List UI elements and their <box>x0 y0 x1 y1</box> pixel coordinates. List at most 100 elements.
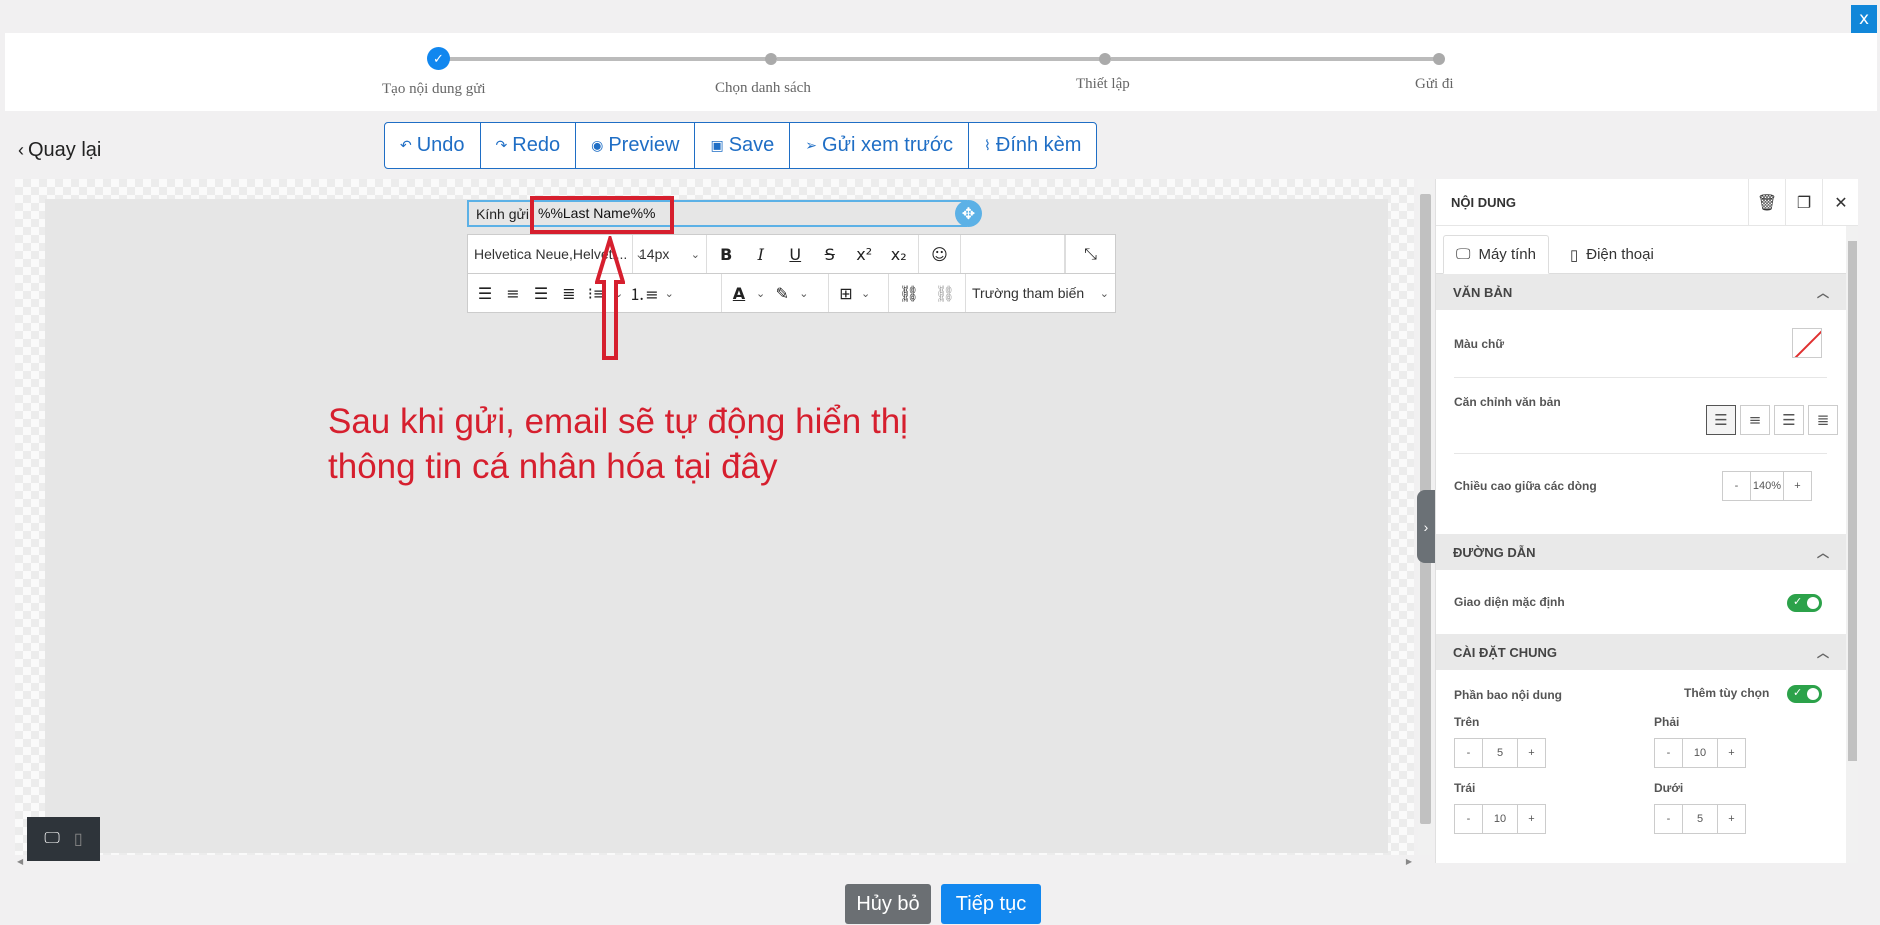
text-color-icon[interactable]: A <box>728 284 750 303</box>
divider <box>1454 453 1827 454</box>
line-height-plus[interactable]: + <box>1784 472 1811 500</box>
bold-icon[interactable]: B <box>715 245 737 264</box>
padding-top-minus[interactable]: - <box>1455 739 1482 767</box>
scroll-left-icon[interactable]: ◀ <box>17 857 23 869</box>
send-preview-label: Gửi xem trước <box>822 134 954 156</box>
padding-left-plus[interactable]: + <box>1518 805 1545 833</box>
chevron-right-icon: › <box>1423 518 1429 535</box>
padding-top-stepper: - 5 + <box>1454 738 1546 768</box>
tab-mobile-label: Điện thoại <box>1586 246 1654 263</box>
back-button[interactable]: ‹ Quay lại <box>18 139 101 162</box>
section-text-header[interactable]: VĂN BẢN ︿ <box>1436 274 1846 310</box>
align-right-icon[interactable]: ☰ <box>1774 405 1804 435</box>
subscript-icon[interactable]: x₂ <box>888 245 910 264</box>
tab-mobile[interactable]: ▯ Điện thoại <box>1558 235 1666 274</box>
paper-plane-icon: ➢ <box>805 137 818 153</box>
padding-right-minus[interactable]: - <box>1655 739 1682 767</box>
mobile-icon[interactable]: ▯ <box>74 829 83 849</box>
attach-button[interactable]: ⌇ Đính kèm <box>969 123 1096 168</box>
underline-icon[interactable]: U <box>784 245 806 264</box>
section-link-header[interactable]: ĐƯỜNG DẪN ︿ <box>1436 534 1846 570</box>
highlight-color-icon[interactable]: ✎ <box>771 284 793 303</box>
padding-bottom-plus[interactable]: + <box>1718 805 1745 833</box>
tab-desktop[interactable]: 🖵 Máy tính <box>1443 235 1549 274</box>
collapse-icon[interactable]: ⤡ <box>1080 244 1102 264</box>
step-4-dot[interactable] <box>1433 53 1445 65</box>
align-left-icon[interactable]: ☰ <box>474 284 496 303</box>
text-color-swatch[interactable] <box>1792 328 1822 358</box>
merge-tag-text[interactable]: %%Last Name%% <box>538 205 656 221</box>
paperclip-icon: ⌇ <box>984 137 991 153</box>
eye-icon: ◉ <box>591 137 604 153</box>
panel-scrollbar-thumb[interactable] <box>1848 241 1857 761</box>
section-text-title: VĂN BẢN <box>1453 284 1513 300</box>
step-1-check-icon[interactable]: ✓ <box>427 47 450 70</box>
padding-bottom-minus[interactable]: - <box>1655 805 1682 833</box>
section-general-header[interactable]: CÀI ĐẶT CHUNG ︿ <box>1436 634 1846 670</box>
redo-icon: ↷ <box>495 137 508 153</box>
align-justify-icon[interactable]: ≣ <box>558 284 580 303</box>
padding-right-label: Phải <box>1654 715 1680 729</box>
close-icon[interactable]: ✕ <box>1822 179 1858 226</box>
align-center-icon[interactable]: ≡ <box>502 284 524 303</box>
duplicate-icon[interactable]: ❐ <box>1785 179 1822 226</box>
line-height-value[interactable]: 140% <box>1750 472 1784 500</box>
align-center-icon[interactable]: ≡ <box>1740 405 1770 435</box>
move-icon[interactable]: ✥ <box>955 200 982 227</box>
undo-icon: ↶ <box>400 137 412 153</box>
font-size-value: 14px <box>639 246 670 262</box>
step-connector <box>449 57 769 61</box>
padding-left-value[interactable]: 10 <box>1482 805 1518 833</box>
italic-icon[interactable]: I <box>750 245 772 264</box>
preview-button[interactable]: ◉ Preview <box>576 123 696 168</box>
floppy-disk-icon: ▣ <box>710 137 724 153</box>
step-connector <box>777 57 1105 61</box>
send-preview-button[interactable]: ➢ Gửi xem trước <box>790 123 970 168</box>
redo-label: Redo <box>512 134 561 156</box>
align-justify-icon[interactable]: ≣ <box>1808 405 1838 435</box>
trash-icon[interactable]: 🗑 <box>1748 179 1785 226</box>
numbered-list-icon[interactable]: ⒈≡ <box>629 281 658 305</box>
desktop-icon[interactable]: 🖵 <box>44 830 59 848</box>
align-right-icon[interactable]: ☰ <box>530 284 552 303</box>
annotation-line-2: thông tin cá nhân hóa tại đây <box>328 447 778 486</box>
link-icon[interactable]: ⛓ <box>898 284 920 303</box>
padding-bottom-value[interactable]: 5 <box>1682 805 1718 833</box>
scroll-right-icon[interactable]: ▶ <box>1406 857 1412 869</box>
panel-header: NỘI DUNG 🗑 ❐ ✕ <box>1436 179 1858 226</box>
more-options-toggle[interactable]: ✓ <box>1787 685 1822 703</box>
padding-right-plus[interactable]: + <box>1718 739 1745 767</box>
cancel-button[interactable]: Hủy bỏ <box>845 884 931 924</box>
step-3-dot[interactable] <box>1099 53 1111 65</box>
align-left-icon[interactable]: ☰ <box>1706 405 1736 435</box>
padding-top-plus[interactable]: + <box>1518 739 1545 767</box>
default-style-toggle[interactable]: ✓ <box>1787 594 1822 612</box>
table-icon[interactable]: ⊞ <box>835 284 857 303</box>
line-height-stepper: - 140% + <box>1722 471 1812 501</box>
padding-top-value[interactable]: 5 <box>1482 739 1518 767</box>
save-label: Save <box>728 134 775 156</box>
merge-fields-dropdown[interactable]: Trường tham biến ⌄ <box>966 274 1115 312</box>
panel-collapse-handle[interactable]: › <box>1417 490 1435 563</box>
padding-top-label: Trên <box>1454 715 1480 729</box>
continue-button[interactable]: Tiếp tục <box>941 884 1041 924</box>
step-2-dot[interactable] <box>765 53 777 65</box>
emoji-icon[interactable]: ☺ <box>929 245 951 264</box>
padding-right-value[interactable]: 10 <box>1682 739 1718 767</box>
step-label-create: Tạo nội dung gửi <box>382 81 486 97</box>
undo-button[interactable]: ↶ Undo <box>385 123 481 168</box>
superscript-icon[interactable]: x² <box>853 245 875 264</box>
redo-button[interactable]: ↷ Redo <box>481 123 577 168</box>
strikethrough-icon[interactable]: S <box>819 245 841 264</box>
progress-stepper: ✓ Tạo nội dung gửi Chọn danh sách Thiết … <box>5 33 1877 111</box>
font-size-select[interactable]: 14px ⌄ <box>633 235 707 273</box>
chevron-down-icon: ⌄ <box>690 248 700 261</box>
unlink-icon[interactable]: ⛓ <box>934 284 956 303</box>
line-height-minus[interactable]: - <box>1723 472 1750 500</box>
horizontal-scrollbar[interactable]: ◀ ▶ <box>15 857 1414 869</box>
section-text-body: Màu chữ Căn chỉnh văn bản ☰ ≡ ☰ ≣ Chiều … <box>1436 310 1846 534</box>
save-button[interactable]: ▣ Save <box>695 123 791 168</box>
close-button[interactable]: x <box>1851 5 1877 33</box>
divider <box>1454 377 1827 378</box>
padding-left-minus[interactable]: - <box>1455 805 1482 833</box>
